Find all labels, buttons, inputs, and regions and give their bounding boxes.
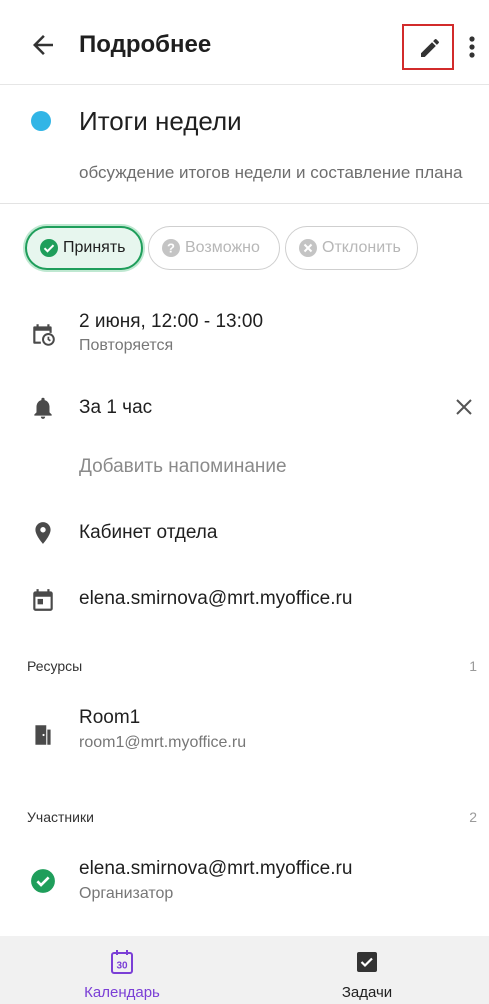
participants-section-label: Участники xyxy=(27,809,94,825)
check-circle-icon xyxy=(40,239,58,257)
participant-role: Организатор xyxy=(79,885,174,902)
event-title: Итоги недели xyxy=(79,106,242,136)
pencil-icon xyxy=(421,38,440,57)
more-options-button[interactable] xyxy=(462,32,482,62)
edit-button[interactable] xyxy=(402,24,454,70)
calendar-clock-icon xyxy=(30,321,56,347)
divider xyxy=(0,203,489,204)
calendar-icon: 30 xyxy=(111,950,133,974)
accept-label: Принять xyxy=(63,239,126,256)
calendar-icon xyxy=(30,587,56,613)
arrow-left-icon xyxy=(33,35,53,55)
maybe-chip[interactable]: ? Возможно xyxy=(148,226,280,270)
calendar-day-number: 30 xyxy=(116,961,128,972)
nav-tasks-tab[interactable]: Задачи xyxy=(245,936,489,1004)
bottom-navigation: 30 Календарь Задачи xyxy=(0,936,489,1004)
location-pin-icon xyxy=(30,520,56,546)
reminder-value[interactable]: За 1 час xyxy=(79,396,152,420)
more-vertical-icon xyxy=(469,36,475,58)
close-icon xyxy=(456,399,472,415)
resources-count: 1 xyxy=(469,658,477,674)
accept-chip[interactable]: Принять xyxy=(25,226,143,270)
decline-chip[interactable]: Отклонить xyxy=(285,226,418,270)
resources-section-label: Ресурсы xyxy=(27,658,83,674)
cancel-circle-icon xyxy=(299,239,317,257)
maybe-label: Возможно xyxy=(185,239,260,256)
resource-name: Room1 xyxy=(79,707,141,728)
event-details-screen: Подробнее Итоги недели обсуждение итогов… xyxy=(0,0,489,1004)
back-button[interactable] xyxy=(28,30,58,60)
door-icon xyxy=(30,722,56,748)
event-location: Кабинет отдела xyxy=(79,522,218,543)
event-color-dot xyxy=(31,111,51,131)
accepted-status-icon xyxy=(30,868,56,894)
recurrence-label: Повторяется xyxy=(79,337,174,354)
calendar-owner-email: elena.smirnova@mrt.myoffice.ru xyxy=(79,588,353,609)
bell-icon xyxy=(30,395,56,421)
event-date-time: 2 июня, 12:00 - 13:00 xyxy=(79,311,264,332)
participant-email[interactable]: elena.smirnova@mrt.myoffice.ru xyxy=(79,857,352,881)
question-circle-icon: ? xyxy=(162,239,180,257)
nav-tasks-label: Задачи xyxy=(341,984,393,1001)
resource-email: room1@mrt.myoffice.ru xyxy=(79,734,247,751)
top-app-bar: Подробнее xyxy=(0,0,489,85)
page-title: Подробнее xyxy=(79,31,212,58)
decline-label: Отклонить xyxy=(322,239,401,256)
nav-calendar-tab[interactable]: 30 Календарь xyxy=(0,936,244,1004)
nav-calendar-label: Календарь xyxy=(84,984,160,1001)
add-reminder-button[interactable]: Добавить напоминание xyxy=(79,455,287,479)
remove-reminder-button[interactable] xyxy=(452,395,476,419)
participants-count: 2 xyxy=(469,809,477,825)
checkbox-icon xyxy=(357,952,377,972)
svg-text:?: ? xyxy=(167,241,175,256)
event-description: обсуждение итогов недели и составление п… xyxy=(79,163,463,182)
